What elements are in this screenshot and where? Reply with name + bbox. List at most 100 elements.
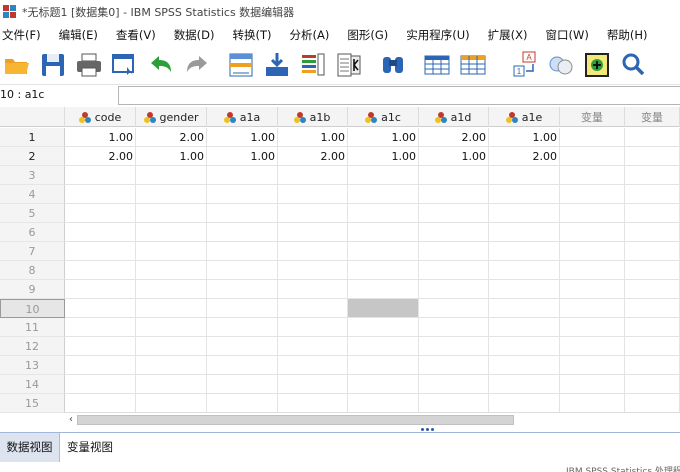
data-cell[interactable] [348, 261, 419, 280]
data-cell[interactable] [625, 375, 680, 394]
redo-icon[interactable] [182, 50, 212, 80]
data-cell[interactable] [277, 356, 348, 375]
data-cell[interactable] [207, 242, 278, 261]
data-cell[interactable]: 1.00 [65, 128, 136, 147]
data-cell[interactable] [625, 261, 680, 280]
data-cell[interactable] [560, 147, 625, 166]
data-cell[interactable] [207, 166, 278, 185]
data-cell[interactable]: 1.00 [418, 147, 489, 166]
data-cell[interactable] [136, 185, 207, 204]
data-cell[interactable]: 2.00 [489, 147, 560, 166]
row-number[interactable]: 7 [0, 242, 65, 261]
data-cell[interactable] [489, 204, 560, 223]
data-cell[interactable] [277, 375, 348, 394]
data-cell[interactable] [489, 318, 560, 337]
print-icon[interactable] [74, 50, 104, 80]
data-cell[interactable] [560, 394, 625, 413]
menu-data[interactable]: 数据(D) [165, 27, 224, 43]
data-cell[interactable] [277, 299, 348, 318]
data-cell[interactable] [560, 356, 625, 375]
data-cell[interactable] [418, 375, 489, 394]
save-icon[interactable] [38, 50, 68, 80]
data-cell[interactable]: 2.00 [418, 128, 489, 147]
data-cell[interactable]: 1.00 [207, 147, 278, 166]
data-cell[interactable] [207, 375, 278, 394]
data-cell[interactable] [560, 299, 625, 318]
data-cell[interactable] [207, 185, 278, 204]
data-cell[interactable] [277, 223, 348, 242]
run-descriptives-icon[interactable] [334, 50, 364, 80]
column-header-empty[interactable]: 变量 [560, 107, 625, 127]
data-cell[interactable] [560, 128, 625, 147]
data-cell[interactable] [348, 166, 419, 185]
menu-transform[interactable]: 转换(T) [224, 27, 281, 43]
data-cell[interactable] [207, 318, 278, 337]
menu-window[interactable]: 窗口(W) [537, 27, 598, 43]
data-cell[interactable]: 1.00 [136, 147, 207, 166]
menu-file[interactable]: 文件(F) [0, 27, 50, 43]
data-cell[interactable] [625, 280, 680, 299]
column-header-a1e[interactable]: a1e [489, 107, 560, 127]
data-cell[interactable] [277, 166, 348, 185]
data-cell[interactable] [418, 242, 489, 261]
data-cell[interactable] [489, 223, 560, 242]
weight-cases-icon[interactable] [546, 50, 576, 80]
data-cell[interactable] [65, 394, 136, 413]
row-number[interactable]: 2 [0, 147, 65, 166]
data-cell[interactable] [625, 204, 680, 223]
data-cell[interactable] [489, 261, 560, 280]
data-cell[interactable]: 1.00 [348, 128, 419, 147]
row-number[interactable]: 15 [0, 394, 65, 413]
data-cell[interactable]: 1.00 [489, 128, 560, 147]
data-cell[interactable] [348, 299, 419, 318]
insert-cases-icon[interactable] [422, 50, 452, 80]
data-cell[interactable] [65, 337, 136, 356]
data-cell[interactable] [348, 185, 419, 204]
data-cell[interactable] [418, 223, 489, 242]
data-cell[interactable] [207, 394, 278, 413]
data-cell[interactable] [65, 185, 136, 204]
column-header-a1d[interactable]: a1d [418, 107, 489, 127]
data-cell[interactable] [136, 223, 207, 242]
data-cell[interactable] [65, 204, 136, 223]
data-cell[interactable] [560, 204, 625, 223]
menu-graphs[interactable]: 图形(G) [338, 27, 397, 43]
data-cell[interactable] [489, 375, 560, 394]
menu-analyze[interactable]: 分析(A) [281, 27, 339, 43]
variables-icon[interactable] [298, 50, 328, 80]
data-cell[interactable] [489, 242, 560, 261]
data-cell[interactable] [207, 261, 278, 280]
menu-view[interactable]: 查看(V) [107, 27, 165, 43]
data-cell[interactable] [65, 299, 136, 318]
data-cell[interactable] [277, 242, 348, 261]
column-header-a1a[interactable]: a1a [207, 107, 278, 127]
data-cell[interactable] [489, 280, 560, 299]
data-cell[interactable] [136, 318, 207, 337]
column-header-a1c[interactable]: a1c [348, 107, 419, 127]
undo-icon[interactable] [146, 50, 176, 80]
data-cell[interactable] [348, 375, 419, 394]
horizontal-scrollbar[interactable]: ‹ [65, 412, 680, 426]
data-cell[interactable] [207, 204, 278, 223]
data-cell[interactable] [418, 356, 489, 375]
data-cell[interactable] [277, 318, 348, 337]
data-cell[interactable] [625, 223, 680, 242]
menu-help[interactable]: 帮助(H) [598, 27, 657, 43]
data-cell[interactable]: 1.00 [277, 128, 348, 147]
data-cell[interactable] [560, 337, 625, 356]
data-cell[interactable] [489, 356, 560, 375]
data-cell[interactable] [277, 204, 348, 223]
data-cell[interactable] [418, 394, 489, 413]
data-cell[interactable] [65, 242, 136, 261]
row-number[interactable]: 3 [0, 166, 65, 185]
data-cell[interactable] [136, 299, 207, 318]
data-cell[interactable] [65, 356, 136, 375]
data-cell[interactable] [348, 242, 419, 261]
data-cell[interactable] [418, 185, 489, 204]
scroll-left-icon[interactable]: ‹ [66, 413, 76, 426]
column-header-a1b[interactable]: a1b [277, 107, 348, 127]
menu-extensions[interactable]: 扩展(X) [479, 27, 537, 43]
data-cell[interactable] [207, 223, 278, 242]
data-cell[interactable] [348, 356, 419, 375]
data-cell[interactable] [65, 166, 136, 185]
